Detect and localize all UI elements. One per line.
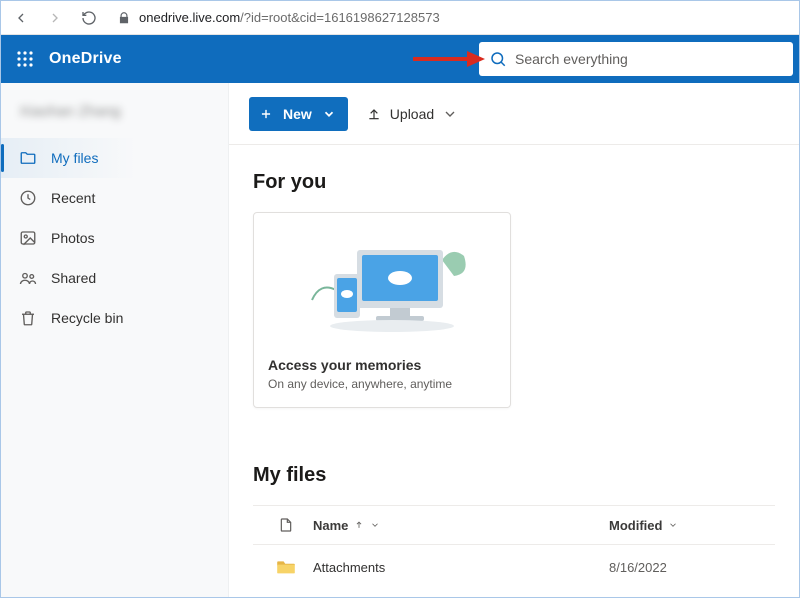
sidebar-item-my-files[interactable]: My files [1, 138, 228, 178]
column-name-header[interactable]: Name [313, 518, 609, 533]
address-bar[interactable]: onedrive.live.com/?id=root&cid=161619862… [109, 4, 793, 32]
for-you-card[interactable]: Access your memories On any device, anyw… [253, 212, 511, 408]
sidebar: Xiaohan Zhang My files Recent Photos [1, 83, 229, 597]
card-subtitle: On any device, anywhere, anytime [268, 377, 496, 391]
url-text: onedrive.live.com/?id=root&cid=161619862… [139, 10, 440, 25]
my-files-section: My files Name Modified [253, 464, 775, 589]
upload-button[interactable]: Upload [366, 106, 458, 122]
search-icon [489, 50, 507, 68]
chevron-down-icon [322, 107, 336, 121]
column-modified-header[interactable]: Modified [609, 518, 769, 533]
sidebar-item-label: Recycle bin [51, 310, 123, 326]
file-name: Attachments [313, 560, 385, 575]
sidebar-item-recycle-bin[interactable]: Recycle bin [1, 298, 228, 338]
back-button[interactable] [7, 4, 35, 32]
main-content: New Upload For you [229, 83, 799, 597]
sidebar-item-label: Photos [51, 230, 95, 246]
app-title[interactable]: OneDrive [49, 50, 122, 68]
sidebar-item-shared[interactable]: Shared [1, 258, 228, 298]
annotation-arrow [411, 49, 485, 69]
my-files-heading: My files [253, 464, 775, 487]
user-name: Xiaohan Zhang [1, 97, 228, 138]
command-bar: New Upload [229, 83, 799, 145]
chevron-down-icon [442, 106, 458, 122]
card-title: Access your memories [268, 357, 496, 373]
sidebar-item-label: Recent [51, 190, 95, 206]
sidebar-item-label: My files [51, 150, 98, 166]
waffle-icon [16, 50, 34, 68]
sidebar-item-label: Shared [51, 270, 96, 286]
column-modified-label: Modified [609, 518, 662, 533]
sort-up-icon [354, 520, 364, 530]
chevron-down-icon [370, 520, 380, 530]
browser-chrome: onedrive.live.com/?id=root&cid=161619862… [1, 1, 799, 35]
lock-icon [117, 11, 131, 25]
sidebar-item-photos[interactable]: Photos [1, 218, 228, 258]
upload-icon [366, 106, 382, 122]
folder-outline-icon [19, 149, 37, 167]
for-you-heading: For you [253, 171, 775, 194]
column-name-label: Name [313, 518, 348, 533]
upload-button-label: Upload [390, 106, 434, 122]
column-type-icon[interactable] [259, 516, 313, 534]
forward-button[interactable] [41, 4, 69, 32]
search-input[interactable] [515, 51, 783, 67]
people-icon [19, 269, 37, 287]
memories-illustration [268, 225, 496, 345]
chevron-down-icon [668, 520, 678, 530]
table-row[interactable]: Attachments 8/16/2022 [253, 545, 775, 589]
trash-icon [19, 309, 37, 327]
folder-icon [276, 559, 296, 575]
sidebar-item-recent[interactable]: Recent [1, 178, 228, 218]
app-header: OneDrive [1, 35, 799, 83]
clock-icon [19, 189, 37, 207]
image-icon [19, 229, 37, 247]
reload-button[interactable] [75, 4, 103, 32]
file-icon [278, 516, 294, 534]
new-button-label: New [283, 106, 312, 122]
new-button[interactable]: New [249, 97, 348, 131]
app-launcher-button[interactable] [1, 35, 49, 83]
search-box[interactable] [479, 42, 793, 76]
file-modified: 8/16/2022 [609, 560, 667, 575]
for-you-section: For you [253, 171, 775, 408]
plus-icon [259, 107, 273, 121]
files-table-header: Name Modified [253, 505, 775, 545]
